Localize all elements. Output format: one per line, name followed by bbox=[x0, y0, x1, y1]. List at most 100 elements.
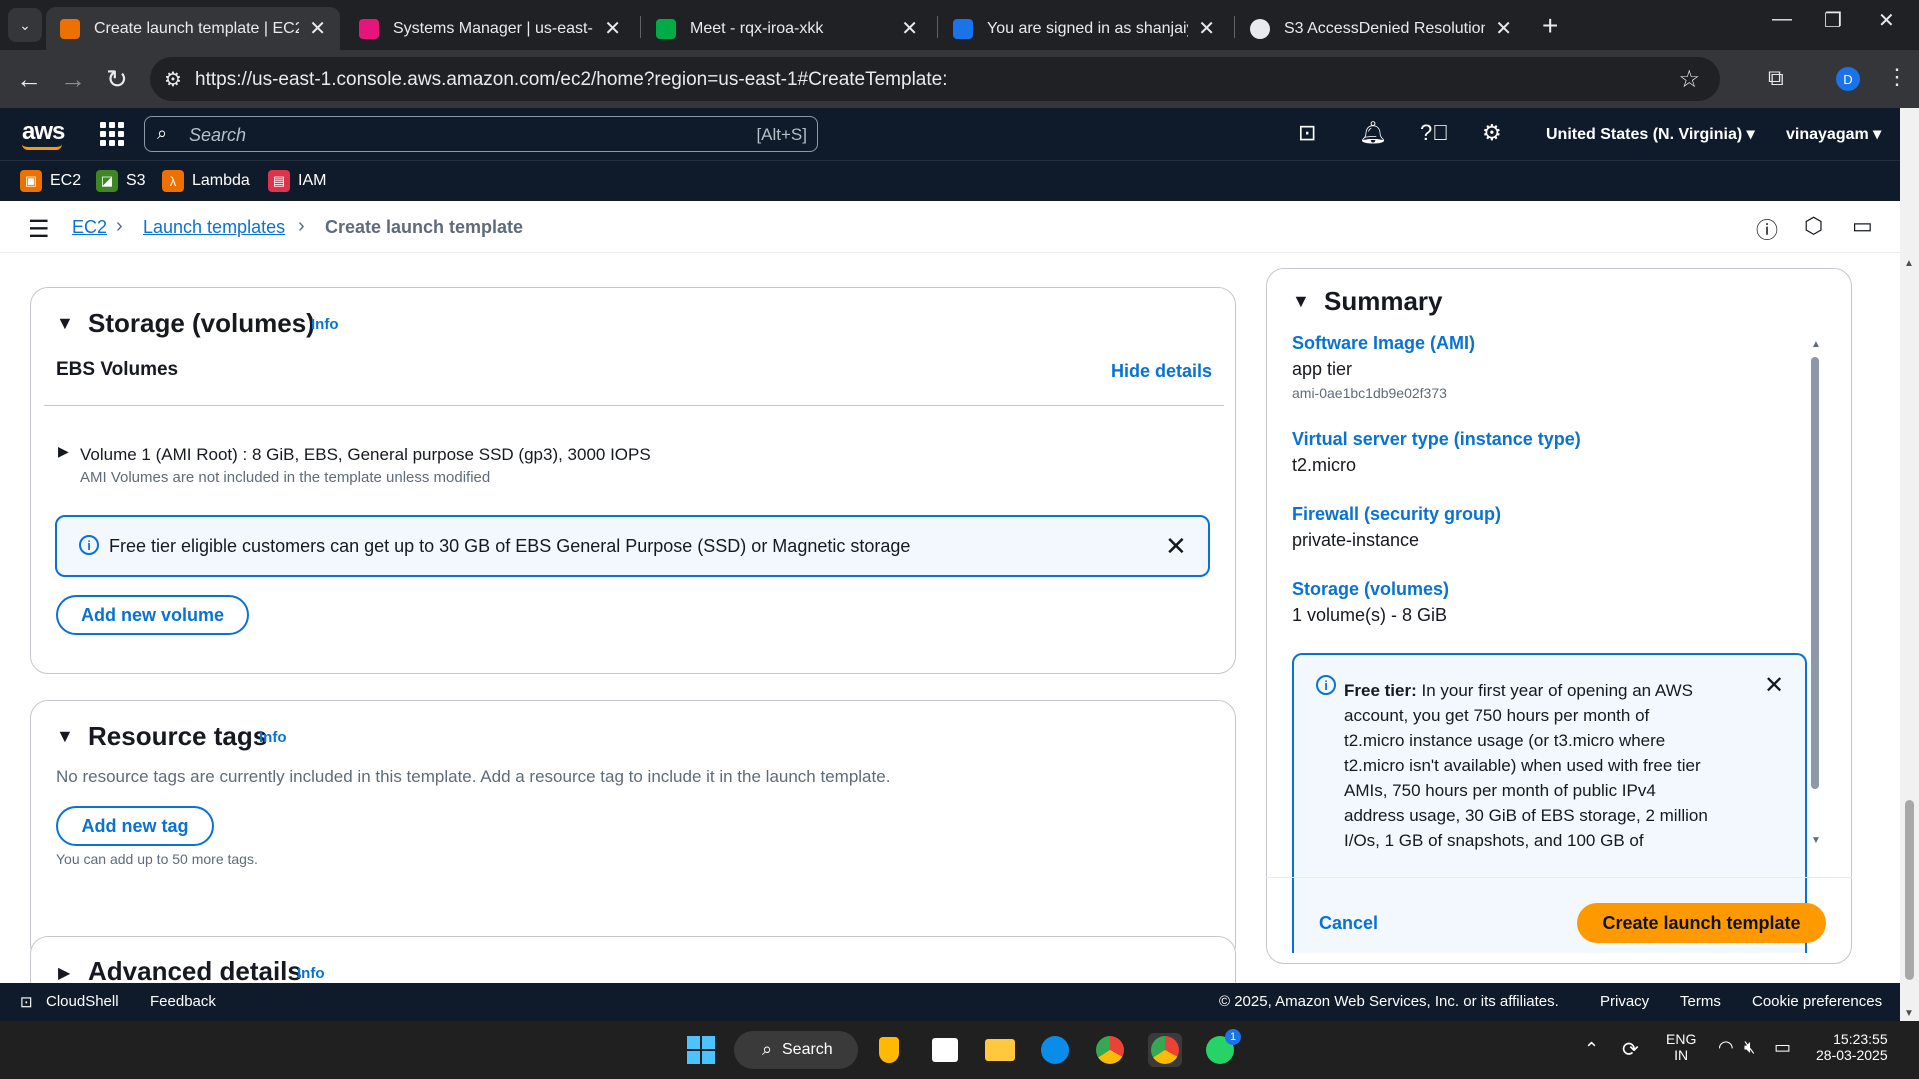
cancel-button[interactable]: Cancel bbox=[1319, 913, 1378, 934]
ec2-icon: ▣ bbox=[20, 170, 42, 192]
account-menu[interactable]: vinayagam ▾ bbox=[1786, 124, 1881, 144]
expand-triangle-icon[interactable]: ▶ bbox=[58, 443, 69, 460]
side-nav-menu-icon[interactable]: ☰ bbox=[28, 215, 50, 244]
favorite-lambda[interactable]: λ Lambda bbox=[162, 170, 250, 192]
scroll-up-icon[interactable]: ▲ bbox=[1904, 258, 1914, 269]
scrollbar-thumb[interactable] bbox=[1811, 357, 1819, 789]
collapse-triangle-icon[interactable]: ▼ bbox=[56, 313, 74, 334]
favorite-ec2[interactable]: ▣ EC2 bbox=[20, 170, 81, 192]
advanced-info-link[interactable]: Info bbox=[297, 965, 325, 982]
page-scrollbar[interactable]: ▲ ▼ bbox=[1900, 108, 1919, 1021]
forward-icon[interactable]: → bbox=[60, 64, 86, 95]
tab-meet[interactable]: Meet - rqx-iroa-xkk ✕ bbox=[642, 7, 932, 50]
create-launch-template-button[interactable]: Create launch template bbox=[1577, 903, 1826, 943]
breadcrumb-ec2[interactable]: EC2 bbox=[72, 217, 107, 238]
bookmark-star-icon[interactable]: ☆ bbox=[1678, 65, 1700, 94]
footer-cloudshell-link[interactable]: CloudShell bbox=[46, 993, 119, 1010]
scroll-down-icon[interactable]: ▼ bbox=[1904, 1008, 1914, 1019]
google-meet-favicon-icon bbox=[656, 18, 676, 39]
main-content: ▼ Storage (volumes) Info EBS Volumes Hid… bbox=[0, 253, 1900, 983]
close-tab-icon[interactable]: ✕ bbox=[309, 16, 326, 41]
resource-tags-info-link[interactable]: Info bbox=[259, 729, 287, 746]
summary-firewall-link[interactable]: Firewall (security group) bbox=[1292, 504, 1501, 525]
expand-triangle-icon[interactable]: ▶ bbox=[58, 963, 70, 983]
profile-avatar[interactable]: D bbox=[1836, 67, 1860, 91]
close-window-icon[interactable]: ✕ bbox=[1878, 8, 1895, 33]
summary-instance-type-link[interactable]: Virtual server type (instance type) bbox=[1292, 429, 1581, 450]
scroll-up-icon[interactable]: ▲ bbox=[1811, 339, 1821, 350]
omnibox[interactable]: ⚙ https://us-east-1.console.aws.amazon.c… bbox=[150, 57, 1720, 101]
close-tab-icon[interactable]: ✕ bbox=[604, 16, 621, 41]
back-icon[interactable]: ← bbox=[16, 64, 42, 95]
tab-create-launch-template[interactable]: Create launch template | EC2 | u ✕ bbox=[46, 7, 340, 50]
info-panel-icon[interactable]: ⓘ bbox=[1756, 213, 1778, 245]
whatsapp-icon[interactable]: 1 bbox=[1203, 1029, 1241, 1067]
windows-start-icon[interactable] bbox=[684, 1033, 718, 1067]
file-explorer-icon[interactable] bbox=[983, 1033, 1017, 1067]
url-text[interactable]: https://us-east-1.console.aws.amazon.com… bbox=[195, 69, 947, 91]
restore-icon[interactable]: ❐ bbox=[1824, 8, 1842, 33]
settings-gear-icon[interactable]: ⚙ bbox=[1482, 120, 1502, 146]
scrollbar-thumb[interactable] bbox=[1905, 800, 1914, 980]
tab-s3-accessdenied[interactable]: S3 AccessDenied Resolution ✕ bbox=[1236, 7, 1526, 50]
chrome-icon[interactable] bbox=[1093, 1033, 1127, 1067]
storage-info-link[interactable]: Info bbox=[311, 316, 339, 333]
chevron-right-icon: › bbox=[298, 215, 305, 237]
footer-terms-link[interactable]: Terms bbox=[1680, 993, 1721, 1010]
volume-1-label[interactable]: Volume 1 (AMI Root) : 8 GiB, EBS, Genera… bbox=[80, 445, 651, 465]
hide-details-link[interactable]: Hide details bbox=[1111, 361, 1212, 382]
wifi-icon[interactable]: ◠ bbox=[1718, 1037, 1734, 1058]
help-icon[interactable]: ?⃝ bbox=[1420, 120, 1449, 146]
aws-logo[interactable]: aws bbox=[22, 118, 65, 150]
ec2-favicon-icon bbox=[60, 18, 80, 39]
summary-scrollbar[interactable]: ▲ ▼ bbox=[1808, 339, 1822, 851]
scroll-down-icon[interactable]: ▼ bbox=[1811, 835, 1821, 846]
tab-search-dropdown-icon[interactable]: ⌄ bbox=[8, 8, 42, 42]
clock[interactable]: 15:23:55 28-03-2025 bbox=[1816, 1031, 1888, 1063]
footer-feedback-link[interactable]: Feedback bbox=[150, 993, 216, 1010]
tab-signed-in[interactable]: You are signed in as shanjaiysb ✕ bbox=[939, 7, 1229, 50]
summary-storage-link[interactable]: Storage (volumes) bbox=[1292, 579, 1449, 600]
language-indicator[interactable]: ENG IN bbox=[1666, 1031, 1696, 1063]
minimize-icon[interactable]: — bbox=[1772, 8, 1792, 31]
region-selector[interactable]: United States (N. Virginia) ▾ bbox=[1546, 124, 1755, 144]
battery-icon[interactable]: ▭ bbox=[1774, 1037, 1791, 1058]
footer-privacy-link[interactable]: Privacy bbox=[1600, 993, 1649, 1010]
browser-menu-icon[interactable]: ⋮ bbox=[1886, 64, 1908, 90]
close-tab-icon[interactable]: ✕ bbox=[1198, 16, 1215, 41]
services-grid-icon[interactable] bbox=[100, 122, 124, 146]
show-hidden-icons-chevron-icon[interactable]: ⌃ bbox=[1584, 1039, 1599, 1060]
new-tab-icon[interactable]: + bbox=[1542, 10, 1558, 42]
close-tab-icon[interactable]: ✕ bbox=[1495, 16, 1512, 41]
notifications-bell-icon[interactable]: 🔔︎ bbox=[1359, 120, 1387, 146]
footer-cookie-preferences-link[interactable]: Cookie preferences bbox=[1752, 993, 1882, 1010]
close-icon[interactable]: ✕ bbox=[1165, 531, 1187, 562]
site-info-icon[interactable]: ⚙ bbox=[164, 67, 182, 92]
favorite-iam[interactable]: ▤ IAM bbox=[268, 170, 326, 192]
add-new-tag-button[interactable]: Add new tag bbox=[56, 806, 214, 846]
collapse-triangle-icon[interactable]: ▼ bbox=[56, 726, 74, 747]
reload-icon[interactable]: ↻ bbox=[106, 64, 128, 95]
collapse-triangle-icon[interactable]: ▼ bbox=[1292, 291, 1310, 312]
taskbar-search[interactable]: ⌕ Search bbox=[734, 1031, 858, 1069]
advanced-details-heading[interactable]: Advanced details bbox=[88, 956, 302, 983]
chrome-profile-icon[interactable] bbox=[1148, 1033, 1182, 1067]
breadcrumb-launch-templates[interactable]: Launch templates bbox=[143, 217, 285, 238]
add-new-volume-button[interactable]: Add new volume bbox=[56, 595, 249, 635]
volume-muted-icon[interactable]: 🔇︎ bbox=[1744, 1037, 1755, 1058]
summary-ami-link[interactable]: Software Image (AMI) bbox=[1292, 333, 1475, 354]
tab-systems-manager[interactable]: Systems Manager | us-east-1 ✕ bbox=[345, 7, 635, 50]
sync-icon[interactable]: ⟳ bbox=[1622, 1037, 1639, 1062]
widgets-icon[interactable] bbox=[872, 1033, 906, 1067]
cloudshell-icon[interactable]: ⊡ bbox=[1298, 120, 1316, 146]
extensions-icon[interactable]: ⧉ bbox=[1768, 65, 1784, 91]
cloudshell-icon[interactable]: ⊡ bbox=[20, 993, 33, 1011]
feedback-hexagon-icon[interactable]: ⬡ bbox=[1804, 213, 1823, 239]
screen-share-icon[interactable]: ▭ bbox=[1852, 213, 1873, 239]
close-icon[interactable]: ✕ bbox=[1764, 671, 1784, 700]
close-tab-icon[interactable]: ✕ bbox=[901, 16, 918, 41]
favorite-s3[interactable]: ◪ S3 bbox=[96, 170, 146, 192]
edge-browser-icon[interactable] bbox=[1038, 1033, 1072, 1067]
microsoft-store-icon[interactable] bbox=[928, 1033, 962, 1067]
aws-search-input[interactable]: ⌕ Search [Alt+S] bbox=[144, 116, 818, 152]
